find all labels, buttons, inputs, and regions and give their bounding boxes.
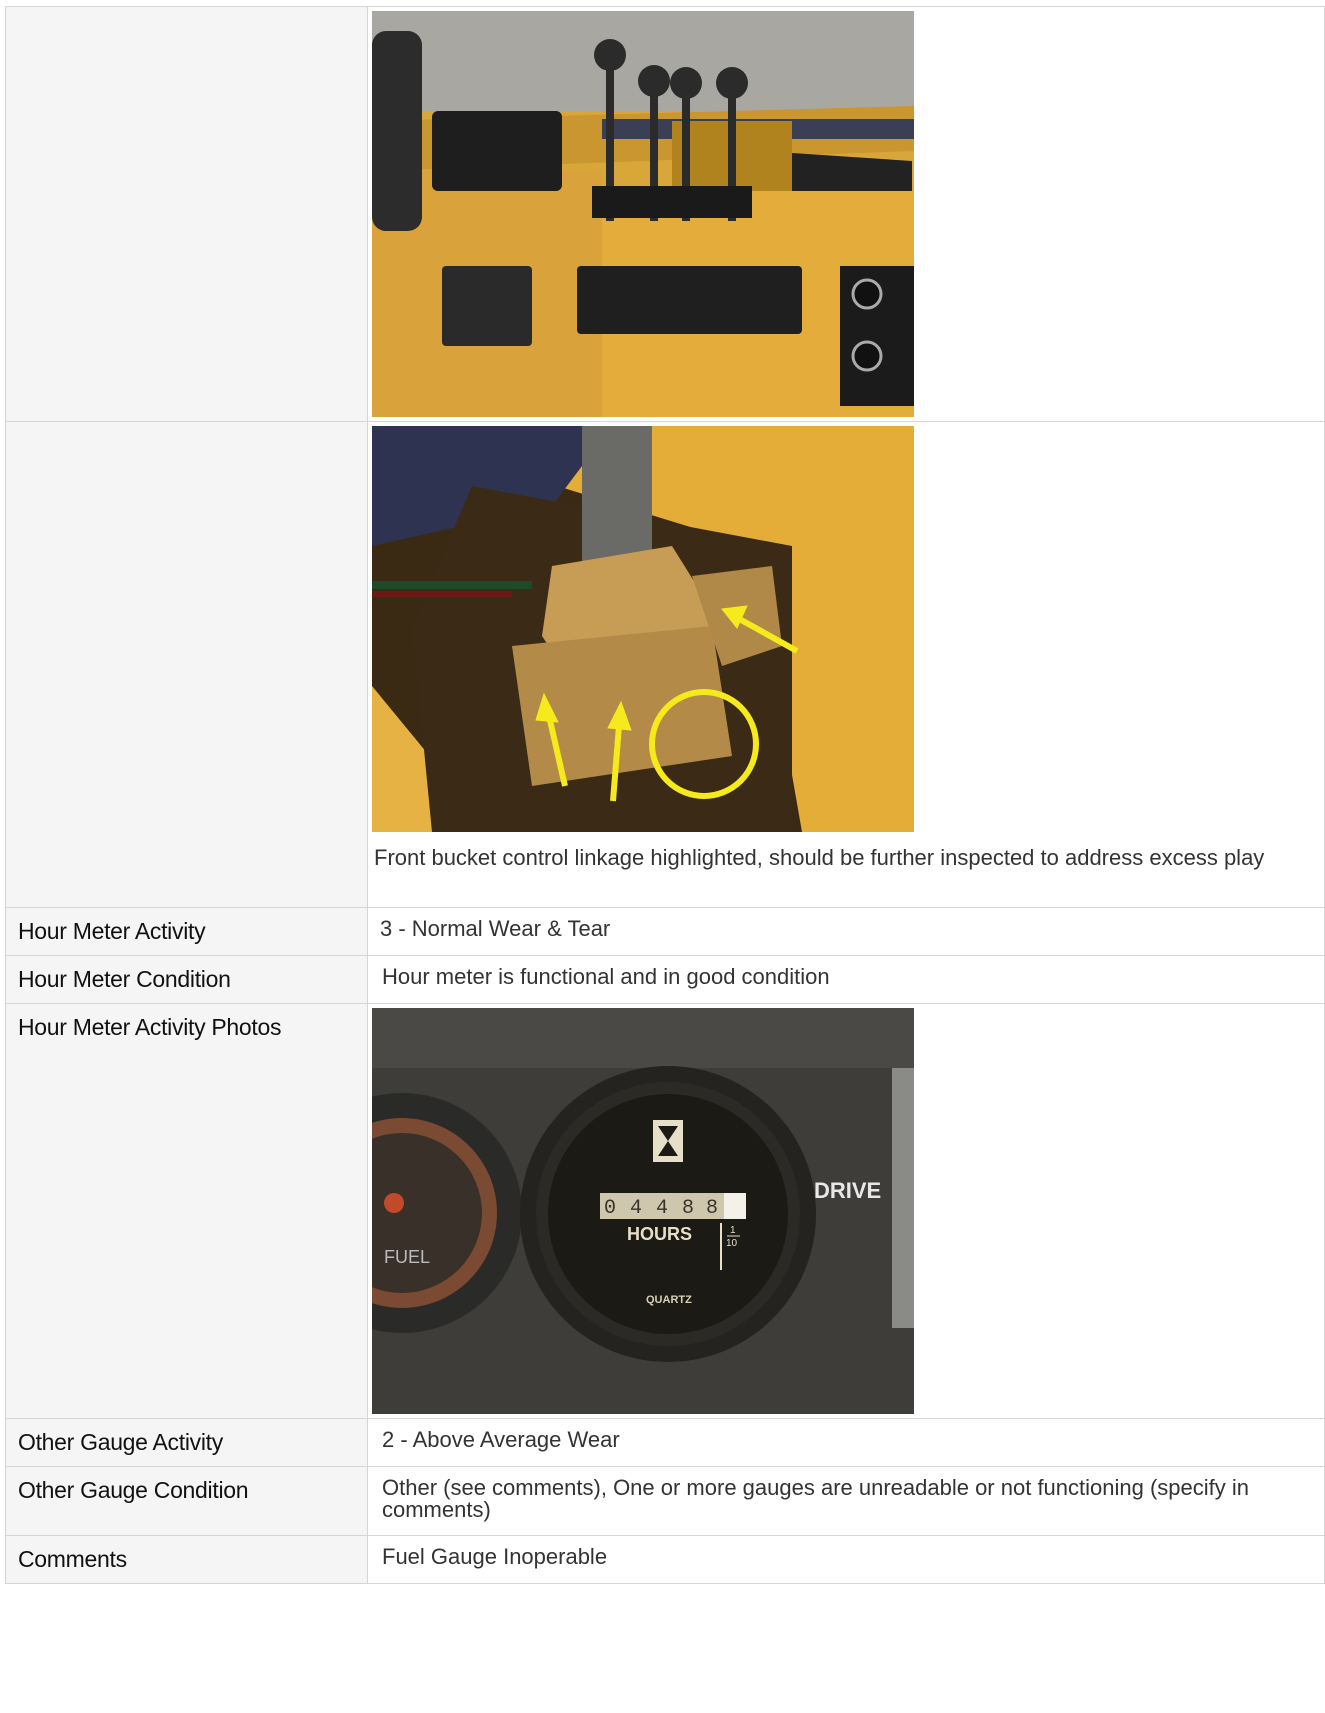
drive-label: DRIVE	[814, 1178, 881, 1203]
row-value: Front bucket control linkage highlighted…	[367, 421, 1325, 908]
row-label	[5, 421, 368, 908]
table-row: Comments Fuel Gauge Inoperable	[5, 1535, 1325, 1584]
comments-value: Fuel Gauge Inoperable	[382, 1544, 608, 1569]
row-value: 2 - Above Average Wear	[367, 1418, 1325, 1467]
hours-digit: 4	[630, 1197, 642, 1220]
row-label: Hour Meter Activity Photos	[5, 1003, 368, 1419]
table-row: Other Gauge Activity 2 - Above Average W…	[5, 1418, 1325, 1467]
row-label: Hour Meter Activity	[5, 907, 368, 956]
row-value: 3 - Normal Wear & Tear	[367, 907, 1325, 956]
table-row	[5, 6, 1325, 422]
hours-label: HOURS	[627, 1224, 692, 1244]
row-label: Other Gauge Activity	[5, 1418, 368, 1467]
inspection-report-table: Front bucket control linkage highlighted…	[5, 6, 1325, 1584]
hours-digit: 4	[656, 1197, 668, 1220]
row-value: Hour meter is functional and in good con…	[367, 955, 1325, 1004]
hour-meter-condition-value: Hour meter is functional and in good con…	[382, 964, 830, 989]
control-levers-photo[interactable]	[372, 11, 914, 417]
table-row: Hour Meter Activity 3 - Normal Wear & Te…	[5, 907, 1325, 956]
row-value: FUEL 0 4 4 8 8 HOURS 1 10 QUARTZ DRIVE	[367, 1003, 1325, 1419]
table-row: Front bucket control linkage highlighted…	[5, 421, 1325, 908]
fuel-label: FUEL	[384, 1247, 430, 1267]
row-value: Fuel Gauge Inoperable	[367, 1535, 1325, 1584]
tenths-denominator: 10	[726, 1238, 738, 1249]
row-label: Other Gauge Condition	[5, 1466, 368, 1536]
other-gauge-condition-value: Other (see comments), One or more gauges…	[382, 1475, 1250, 1522]
hour-meter-activity-value: 3 - Normal Wear & Tear	[380, 916, 611, 941]
row-value	[367, 6, 1325, 422]
quartz-label: QUARTZ	[646, 1294, 692, 1306]
row-label: Hour Meter Condition	[5, 955, 368, 1004]
tenths-numerator: 1	[730, 1225, 736, 1236]
hours-counter: 0 4 4 8 8	[600, 1193, 746, 1220]
table-row: Other Gauge Condition Other (see comment…	[5, 1466, 1325, 1536]
other-gauge-activity-value: 2 - Above Average Wear	[382, 1427, 620, 1452]
linkage-photo[interactable]	[372, 426, 914, 832]
photo-caption: Front bucket control linkage highlighted…	[374, 845, 1265, 870]
hours-digit: 8	[682, 1197, 694, 1220]
hours-digit: 0	[604, 1197, 616, 1220]
row-label	[5, 6, 368, 422]
table-row: Hour Meter Activity Photos FUEL 0 4 4 8 …	[5, 1003, 1325, 1419]
row-value: Other (see comments), One or more gauges…	[367, 1466, 1325, 1536]
hour-meter-photo[interactable]: FUEL 0 4 4 8 8 HOURS 1 10 QUARTZ DRIVE	[372, 1008, 914, 1414]
table-row: Hour Meter Condition Hour meter is funct…	[5, 955, 1325, 1004]
row-label: Comments	[5, 1535, 368, 1584]
hours-digit: 8	[706, 1197, 718, 1220]
